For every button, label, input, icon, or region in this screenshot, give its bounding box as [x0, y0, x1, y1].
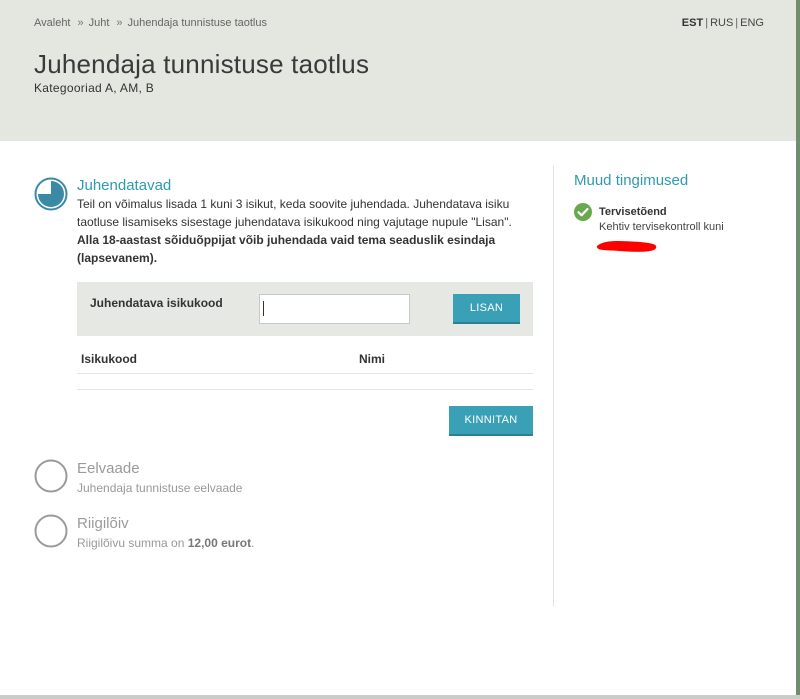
- column-header-isikukood: Isikukood: [81, 352, 138, 366]
- progress-pie-icon: [34, 177, 68, 211]
- confirm-button[interactable]: KINNITAN: [449, 406, 533, 436]
- fee-text-suffix: .: [251, 536, 255, 550]
- description-text: Teil on võimalus lisada 1 kuni 3 isikut,…: [77, 197, 512, 229]
- redaction-mark: [596, 240, 657, 252]
- footer-strip: [0, 695, 800, 699]
- breadcrumb-separator: »: [77, 17, 84, 29]
- language-rus-link[interactable]: RUS: [710, 17, 733, 29]
- language-divider: |: [735, 17, 739, 29]
- table-header-divider: [77, 373, 533, 374]
- table-bottom-divider: [77, 389, 533, 390]
- breadcrumb-separator: »: [116, 17, 123, 29]
- empty-circle-icon: [34, 459, 68, 493]
- step-subtitle-eelvaade: Juhendaja tunnistuse eelvaade: [77, 481, 243, 495]
- language-divider: |: [705, 17, 709, 29]
- fee-text: Riigilõivu summa on: [77, 536, 188, 550]
- breadcrumb: Avaleht » Juht » Juhendaja tunnistuse ta…: [34, 17, 267, 29]
- breadcrumb-home-link[interactable]: Avaleht: [34, 17, 71, 29]
- main-sheet: Avaleht » Juht » Juhendaja tunnistuse ta…: [0, 0, 796, 695]
- column-header-nimi: Nimi: [359, 352, 386, 366]
- empty-circle-icon: [34, 514, 68, 548]
- personal-code-label: Juhendatava isikukood: [90, 296, 223, 310]
- breadcrumb-juht-link[interactable]: Juht: [89, 17, 110, 29]
- check-circle-icon: [574, 203, 592, 221]
- page-title: Juhendaja tunnistuse taotlus: [34, 49, 370, 79]
- language-switcher: EST | RUS | ENG: [682, 17, 764, 29]
- sidebar-divider: [553, 166, 554, 606]
- step-description: Teil on võimalus lisada 1 kuni 3 isikut,…: [77, 195, 525, 267]
- step-title-juhendatavad: Juhendatavad: [77, 177, 172, 194]
- step-subtitle-riigiloiv: Riigilõivu summa on 12,00 eurot.: [77, 536, 254, 550]
- step-title-eelvaade: Eelvaade: [77, 460, 140, 477]
- step-title-riigiloiv: Riigilõiv: [77, 515, 129, 532]
- page-header: Avaleht » Juht » Juhendaja tunnistuse ta…: [0, 0, 796, 141]
- fee-amount: 12,00 eurot: [187, 536, 252, 550]
- page-subtitle: Kategooriad A, AM, B: [34, 81, 155, 95]
- sidebar-title: Muud tingimused: [574, 172, 689, 189]
- breadcrumb-current: Juhendaja tunnistuse taotlus: [127, 17, 267, 29]
- description-warning: Alla 18-aastast sõiduõppijat võib juhend…: [77, 233, 496, 265]
- add-supervisee-form: Juhendatava isikukood LISAN: [77, 282, 533, 336]
- text-caret: [263, 301, 264, 316]
- condition-text: Kehtiv tervisekontroll kuni: [599, 221, 724, 233]
- language-est-link[interactable]: EST: [682, 17, 703, 29]
- page-background: Avaleht » Juht » Juhendaja tunnistuse ta…: [0, 0, 800, 699]
- condition-title: Tervisetõend: [599, 206, 667, 218]
- add-button[interactable]: LISAN: [453, 294, 520, 324]
- language-eng-link[interactable]: ENG: [740, 17, 764, 29]
- personal-code-input[interactable]: [259, 294, 410, 324]
